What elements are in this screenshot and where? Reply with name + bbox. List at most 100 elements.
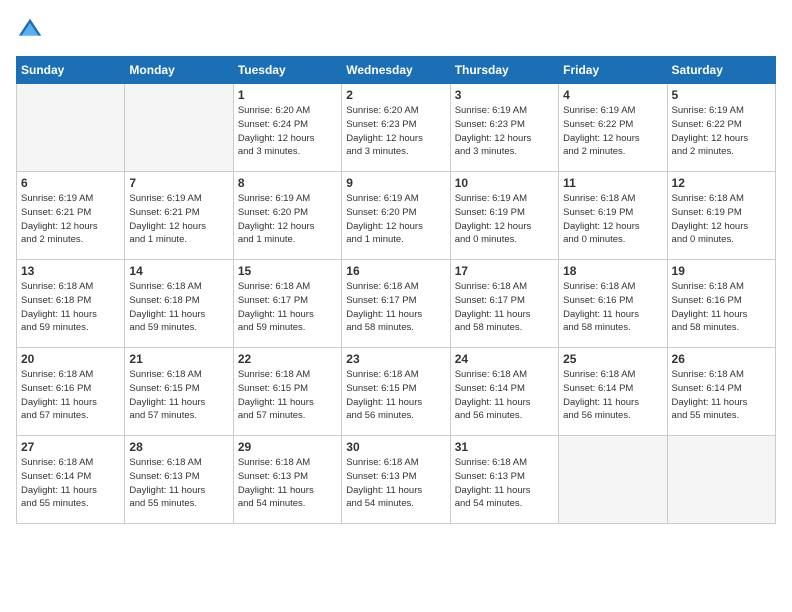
- calendar-cell: 16 Sunrise: 6:18 AM Sunset: 6:17 PM Dayli…: [342, 260, 450, 348]
- calendar-header-row: SundayMondayTuesdayWednesdayThursdayFrid…: [17, 57, 776, 84]
- calendar-cell: 9Sunrise: 6:19 AM Sunset: 6:20 PM Daylig…: [342, 172, 450, 260]
- calendar-cell: 5 Sunrise: 6:19 AM Sunset: 6:22 PM Daylig…: [667, 84, 775, 172]
- calendar-cell: 24 Sunrise: 6:18 AM Sunset: 6:14 PM Dayli…: [450, 348, 558, 436]
- page-header: [16, 16, 776, 44]
- day-info: Sunrise: 6:18 AM Sunset: 6:16 PM Dayligh…: [563, 280, 662, 335]
- day-info: Sunrise: 6:19 AM Sunset: 6:22 PM Dayligh…: [672, 104, 771, 159]
- calendar-cell: [17, 84, 125, 172]
- calendar-cell: 18 Sunrise: 6:18 AM Sunset: 6:16 PM Dayli…: [559, 260, 667, 348]
- calendar-cell: 8Sunrise: 6:19 AM Sunset: 6:20 PM Daylig…: [233, 172, 341, 260]
- calendar-cell: 11 Sunrise: 6:18 AM Sunset: 6:19 PM Dayli…: [559, 172, 667, 260]
- calendar-cell: 6 Sunrise: 6:19 AM Sunset: 6:21 PM Daylig…: [17, 172, 125, 260]
- day-info: Sunrise: 6:18 AM Sunset: 6:14 PM Dayligh…: [455, 368, 554, 423]
- calendar-cell: 20Sunrise: 6:18 AM Sunset: 6:16 PM Dayli…: [17, 348, 125, 436]
- day-number: 31: [455, 440, 554, 454]
- calendar-week-5: 27 Sunrise: 6:18 AM Sunset: 6:14 PM Dayli…: [17, 436, 776, 524]
- day-number: 27: [21, 440, 120, 454]
- day-number: 8: [238, 176, 337, 190]
- calendar-cell: 19 Sunrise: 6:18 AM Sunset: 6:16 PM Dayli…: [667, 260, 775, 348]
- header-sunday: Sunday: [17, 57, 125, 84]
- day-number: 19: [672, 264, 771, 278]
- calendar-cell: 21 Sunrise: 6:18 AM Sunset: 6:15 PM Dayli…: [125, 348, 233, 436]
- day-number: 1: [238, 88, 337, 102]
- day-number: 6: [21, 176, 120, 190]
- day-number: 18: [563, 264, 662, 278]
- calendar-cell: [125, 84, 233, 172]
- day-info: Sunrise: 6:19 AM Sunset: 6:19 PM Dayligh…: [455, 192, 554, 247]
- day-number: 16: [346, 264, 445, 278]
- day-info: Sunrise: 6:18 AM Sunset: 6:16 PM Dayligh…: [21, 368, 120, 423]
- day-info: Sunrise: 6:18 AM Sunset: 6:15 PM Dayligh…: [129, 368, 228, 423]
- day-info: Sunrise: 6:18 AM Sunset: 6:18 PM Dayligh…: [129, 280, 228, 335]
- calendar-cell: 26Sunrise: 6:18 AM Sunset: 6:14 PM Dayli…: [667, 348, 775, 436]
- header-tuesday: Tuesday: [233, 57, 341, 84]
- day-number: 30: [346, 440, 445, 454]
- day-info: Sunrise: 6:20 AM Sunset: 6:23 PM Dayligh…: [346, 104, 445, 159]
- day-info: Sunrise: 6:19 AM Sunset: 6:22 PM Dayligh…: [563, 104, 662, 159]
- calendar-cell: 31Sunrise: 6:18 AM Sunset: 6:13 PM Dayli…: [450, 436, 558, 524]
- day-number: 21: [129, 352, 228, 366]
- calendar-cell: 27 Sunrise: 6:18 AM Sunset: 6:14 PM Dayli…: [17, 436, 125, 524]
- day-number: 23: [346, 352, 445, 366]
- calendar-cell: 4 Sunrise: 6:19 AM Sunset: 6:22 PM Daylig…: [559, 84, 667, 172]
- calendar-cell: 17Sunrise: 6:18 AM Sunset: 6:17 PM Dayli…: [450, 260, 558, 348]
- day-number: 24: [455, 352, 554, 366]
- day-number: 11: [563, 176, 662, 190]
- calendar-cell: 15 Sunrise: 6:18 AM Sunset: 6:17 PM Dayli…: [233, 260, 341, 348]
- day-number: 5: [672, 88, 771, 102]
- calendar-cell: [559, 436, 667, 524]
- calendar-week-4: 20Sunrise: 6:18 AM Sunset: 6:16 PM Dayli…: [17, 348, 776, 436]
- day-number: 14: [129, 264, 228, 278]
- day-number: 25: [563, 352, 662, 366]
- day-info: Sunrise: 6:18 AM Sunset: 6:18 PM Dayligh…: [21, 280, 120, 335]
- day-number: 7: [129, 176, 228, 190]
- calendar-cell: 1Sunrise: 6:20 AM Sunset: 6:24 PM Daylig…: [233, 84, 341, 172]
- calendar-week-2: 6 Sunrise: 6:19 AM Sunset: 6:21 PM Daylig…: [17, 172, 776, 260]
- calendar-cell: 30 Sunrise: 6:18 AM Sunset: 6:13 PM Dayli…: [342, 436, 450, 524]
- calendar-cell: 12 Sunrise: 6:18 AM Sunset: 6:19 PM Dayli…: [667, 172, 775, 260]
- day-number: 29: [238, 440, 337, 454]
- day-info: Sunrise: 6:18 AM Sunset: 6:19 PM Dayligh…: [672, 192, 771, 247]
- calendar-week-3: 13 Sunrise: 6:18 AM Sunset: 6:18 PM Dayli…: [17, 260, 776, 348]
- header-monday: Monday: [125, 57, 233, 84]
- day-info: Sunrise: 6:19 AM Sunset: 6:23 PM Dayligh…: [455, 104, 554, 159]
- day-info: Sunrise: 6:18 AM Sunset: 6:15 PM Dayligh…: [238, 368, 337, 423]
- calendar-cell: 2 Sunrise: 6:20 AM Sunset: 6:23 PM Daylig…: [342, 84, 450, 172]
- header-friday: Friday: [559, 57, 667, 84]
- logo-icon: [16, 16, 44, 44]
- day-info: Sunrise: 6:18 AM Sunset: 6:17 PM Dayligh…: [238, 280, 337, 335]
- calendar-cell: [667, 436, 775, 524]
- day-number: 15: [238, 264, 337, 278]
- day-info: Sunrise: 6:19 AM Sunset: 6:21 PM Dayligh…: [21, 192, 120, 247]
- calendar-cell: 22 Sunrise: 6:18 AM Sunset: 6:15 PM Dayli…: [233, 348, 341, 436]
- day-info: Sunrise: 6:18 AM Sunset: 6:16 PM Dayligh…: [672, 280, 771, 335]
- calendar-cell: 10 Sunrise: 6:19 AM Sunset: 6:19 PM Dayli…: [450, 172, 558, 260]
- calendar-cell: 28 Sunrise: 6:18 AM Sunset: 6:13 PM Dayli…: [125, 436, 233, 524]
- header-wednesday: Wednesday: [342, 57, 450, 84]
- calendar-cell: 25 Sunrise: 6:18 AM Sunset: 6:14 PM Dayli…: [559, 348, 667, 436]
- day-info: Sunrise: 6:18 AM Sunset: 6:14 PM Dayligh…: [563, 368, 662, 423]
- day-number: 22: [238, 352, 337, 366]
- header-thursday: Thursday: [450, 57, 558, 84]
- day-number: 26: [672, 352, 771, 366]
- day-number: 17: [455, 264, 554, 278]
- day-info: Sunrise: 6:18 AM Sunset: 6:13 PM Dayligh…: [346, 456, 445, 511]
- day-number: 4: [563, 88, 662, 102]
- day-number: 13: [21, 264, 120, 278]
- day-number: 12: [672, 176, 771, 190]
- day-info: Sunrise: 6:18 AM Sunset: 6:14 PM Dayligh…: [21, 456, 120, 511]
- day-info: Sunrise: 6:18 AM Sunset: 6:13 PM Dayligh…: [129, 456, 228, 511]
- calendar-cell: 3 Sunrise: 6:19 AM Sunset: 6:23 PM Daylig…: [450, 84, 558, 172]
- header-saturday: Saturday: [667, 57, 775, 84]
- day-number: 9: [346, 176, 445, 190]
- day-number: 10: [455, 176, 554, 190]
- day-number: 2: [346, 88, 445, 102]
- logo: [16, 16, 48, 44]
- calendar-cell: 29Sunrise: 6:18 AM Sunset: 6:13 PM Dayli…: [233, 436, 341, 524]
- day-number: 3: [455, 88, 554, 102]
- day-number: 28: [129, 440, 228, 454]
- day-info: Sunrise: 6:19 AM Sunset: 6:21 PM Dayligh…: [129, 192, 228, 247]
- day-info: Sunrise: 6:18 AM Sunset: 6:17 PM Dayligh…: [346, 280, 445, 335]
- day-info: Sunrise: 6:18 AM Sunset: 6:19 PM Dayligh…: [563, 192, 662, 247]
- calendar-cell: 13 Sunrise: 6:18 AM Sunset: 6:18 PM Dayli…: [17, 260, 125, 348]
